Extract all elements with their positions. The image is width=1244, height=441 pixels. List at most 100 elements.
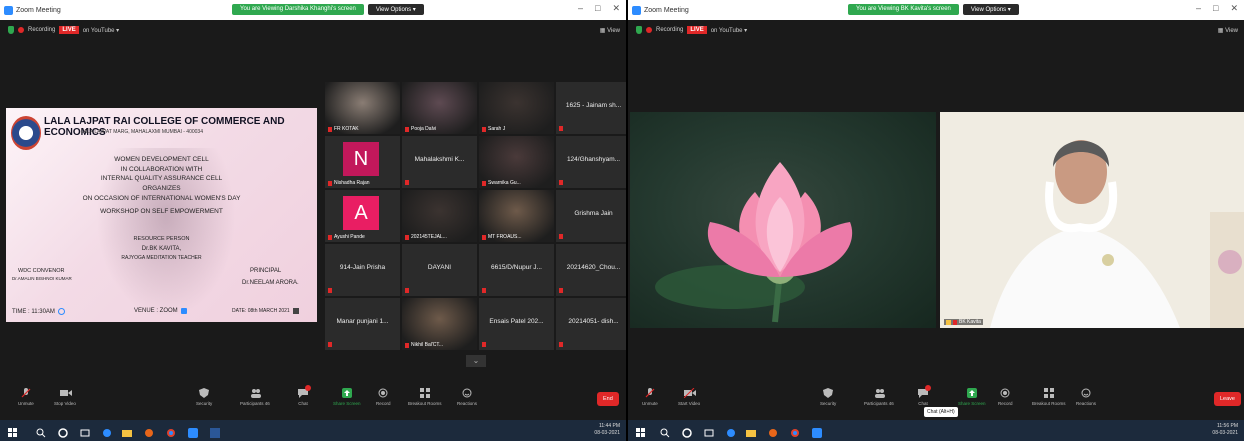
participant-tile[interactable]: 20214620_Chou... xyxy=(556,244,626,296)
lotus-video-tile[interactable] xyxy=(630,112,936,328)
security-shield-icon[interactable] xyxy=(8,26,14,34)
muted-mic-icon xyxy=(328,342,332,347)
participant-tile[interactable]: 6615/D/Nupur J... xyxy=(479,244,554,296)
view-button[interactable]: ▦ View xyxy=(600,27,620,34)
participant-tile[interactable]: DAYANI xyxy=(402,244,477,296)
gallery-page-down-icon[interactable]: ⌄ xyxy=(466,355,486,367)
task-view-icon[interactable] xyxy=(704,425,714,437)
firefox-icon[interactable] xyxy=(768,425,778,437)
view-options-button[interactable]: View Options ▾ xyxy=(367,4,424,15)
participants-icon xyxy=(874,388,885,398)
participant-tile[interactable]: 202145TEJAL... xyxy=(402,190,477,242)
participant-tile[interactable]: Grishma Jain xyxy=(556,190,626,242)
file-explorer-icon[interactable] xyxy=(122,425,132,437)
search-icon[interactable] xyxy=(660,425,670,438)
participant-tile[interactable]: Mahalakshmi K... xyxy=(402,136,477,188)
search-icon[interactable] xyxy=(36,425,46,438)
principal-name: Dr.NEELAM ARORA. xyxy=(242,280,299,286)
participants-button[interactable]: Participants 46 xyxy=(240,388,270,406)
live-target[interactable]: on YouTube ▾ xyxy=(83,27,120,34)
meeting-status-bar: Recording LIVE on YouTube ▾ ▦ View xyxy=(0,20,626,40)
security-button[interactable]: Security xyxy=(820,388,836,406)
record-button[interactable]: Record xyxy=(998,388,1013,406)
participant-tile[interactable]: N Nishadha Rajan xyxy=(325,136,400,188)
muted-mic-icon xyxy=(482,234,486,240)
poster-line: WOMEN DEVELOPMENT CELL xyxy=(114,156,209,163)
share-screen-icon xyxy=(966,388,977,398)
participant-tile[interactable]: Nikhil Bal'CT... xyxy=(402,298,477,350)
start-video-button[interactable]: Start Video xyxy=(678,387,700,406)
reactions-button[interactable]: Reactions xyxy=(1076,388,1096,406)
edge-browser-icon[interactable] xyxy=(102,425,112,437)
maximize-icon[interactable]: □ xyxy=(595,3,600,14)
muted-mic-icon xyxy=(953,319,957,325)
share-screen-button[interactable]: Share Screen xyxy=(333,388,361,406)
participant-tile[interactable]: 1625 - Jainam sh... xyxy=(556,82,626,134)
file-explorer-icon[interactable] xyxy=(746,425,756,437)
maximize-icon[interactable]: □ xyxy=(1213,3,1218,14)
zoom-logo-icon xyxy=(4,5,13,15)
participants-button[interactable]: Participants 46 xyxy=(864,388,894,406)
zoom-app-icon[interactable] xyxy=(188,425,198,438)
windows-start-icon[interactable] xyxy=(636,425,646,437)
zoom-app-icon[interactable] xyxy=(812,425,822,438)
minimize-icon[interactable]: – xyxy=(578,3,583,14)
viewing-banner: You are Viewing Darshika Khanghi's scree… xyxy=(232,4,364,15)
breakout-rooms-button[interactable]: Breakout Rooms xyxy=(1032,388,1066,406)
reactions-button[interactable]: Reactions xyxy=(457,388,477,406)
participant-tile[interactable]: A Ayushi Pande xyxy=(325,190,400,242)
close-icon[interactable]: ✕ xyxy=(612,3,620,14)
chat-button[interactable]: Chat xyxy=(918,385,931,406)
live-badge[interactable]: LIVE xyxy=(59,26,79,34)
chat-button[interactable]: Chat xyxy=(298,385,311,406)
participant-tile[interactable]: 914-Jain Prisha xyxy=(325,244,400,296)
firefox-icon[interactable] xyxy=(144,425,154,437)
view-button[interactable]: ▦ View xyxy=(1218,27,1238,34)
chat-tooltip: Chat (Alt+H) xyxy=(924,407,958,417)
record-button[interactable]: Record xyxy=(376,388,391,406)
participant-tile[interactable]: Swarnika Gu... xyxy=(479,136,554,188)
minimize-icon[interactable]: – xyxy=(1196,3,1201,14)
view-options-button[interactable]: View Options ▾ xyxy=(962,4,1019,15)
clock-date: 08-03-2021 xyxy=(594,430,620,436)
live-badge[interactable]: LIVE xyxy=(687,26,707,34)
share-screen-button[interactable]: Share Screen xyxy=(958,388,986,406)
leave-meeting-button[interactable]: Leave xyxy=(1214,392,1241,406)
stop-video-button[interactable]: Stop Video xyxy=(54,388,76,406)
speaker-video-tile[interactable]: BK Kavita xyxy=(940,112,1244,328)
cortana-icon[interactable] xyxy=(682,425,692,438)
system-tray[interactable]: 11:56 PM 08-03-2021 xyxy=(1212,423,1238,437)
end-meeting-button[interactable]: End xyxy=(597,392,619,406)
task-view-icon[interactable] xyxy=(80,425,90,437)
windows-start-icon[interactable] xyxy=(8,425,18,437)
chrome-icon[interactable] xyxy=(166,425,176,437)
edge-browser-icon[interactable] xyxy=(726,425,736,437)
cortana-icon[interactable] xyxy=(58,425,68,438)
unmute-button[interactable]: Unmute xyxy=(18,388,34,406)
clock-time: 11:56 PM xyxy=(1216,423,1238,429)
participant-tile[interactable]: Pooja Dalvi xyxy=(402,82,477,134)
breakout-rooms-button[interactable]: Breakout Rooms xyxy=(408,388,442,406)
word-app-icon[interactable] xyxy=(210,425,220,438)
security-shield-icon[interactable] xyxy=(636,26,642,34)
security-button[interactable]: Security xyxy=(196,388,212,406)
live-target[interactable]: on YouTube ▾ xyxy=(711,27,748,34)
close-icon[interactable]: ✕ xyxy=(1230,3,1238,14)
convenor-name: Dr.AMALIN BISHNOI KUMAR xyxy=(12,276,72,281)
chrome-icon[interactable] xyxy=(790,425,800,437)
participant-tile[interactable]: FR KOTAK xyxy=(325,82,400,134)
participant-name: 20214051- dish... xyxy=(568,318,619,325)
recording-label[interactable]: Recording xyxy=(28,27,55,33)
chat-notification-badge xyxy=(305,385,311,391)
participant-tile[interactable]: MT FROAUS... xyxy=(479,190,554,242)
participant-tile[interactable]: Manar punjani 1... xyxy=(325,298,400,350)
recording-label[interactable]: Recording xyxy=(656,27,683,33)
participant-tile[interactable]: 124/Ghanshyam... xyxy=(556,136,626,188)
participant-tile[interactable]: 20214051- dish... xyxy=(556,298,626,350)
unmute-button[interactable]: Unmute xyxy=(642,388,658,406)
participant-tile[interactable]: Sarah J xyxy=(479,82,554,134)
participant-tile[interactable]: Ensais Patel 202... xyxy=(479,298,554,350)
system-tray[interactable]: 11:44 PM 08-03-2021 xyxy=(594,423,620,437)
muted-mic-icon xyxy=(482,288,486,293)
participant-name: 6615/D/Nupur J... xyxy=(491,264,542,271)
